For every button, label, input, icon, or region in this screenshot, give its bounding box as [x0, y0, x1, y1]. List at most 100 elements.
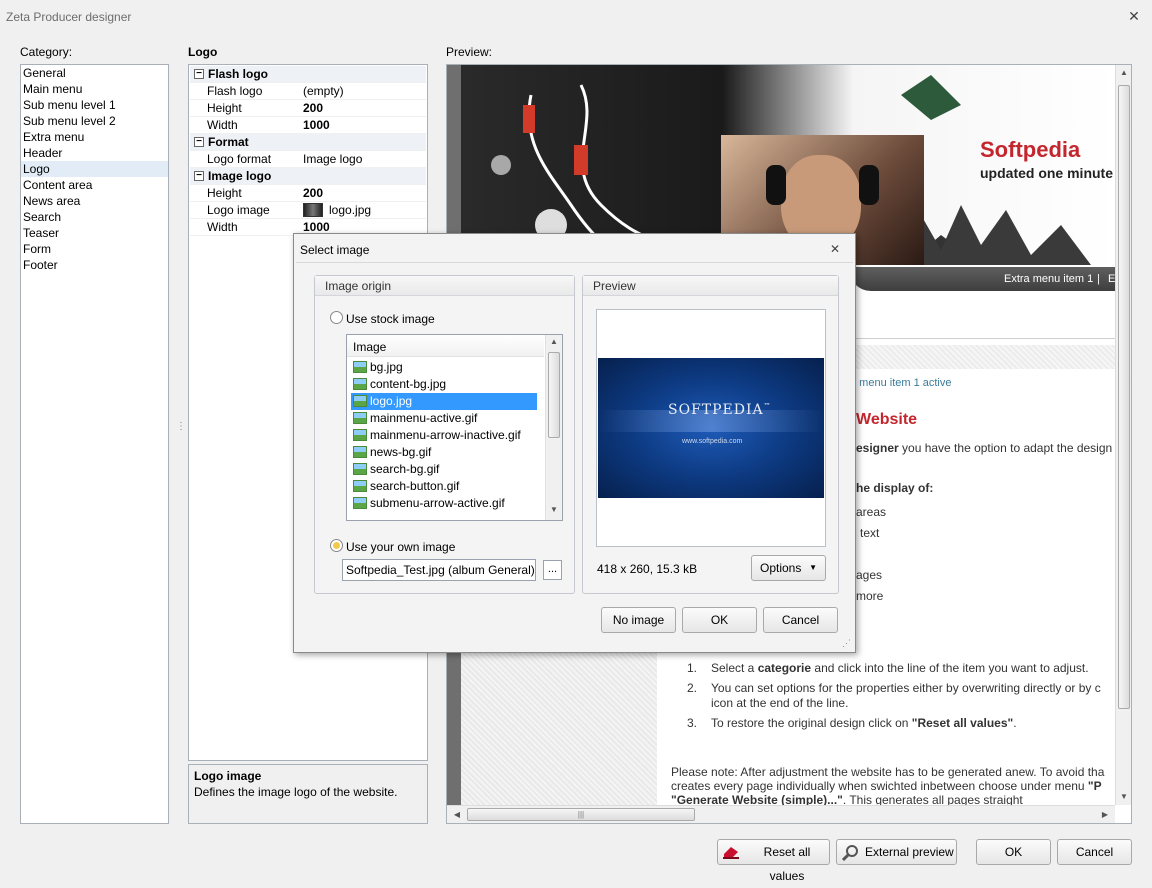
close-icon[interactable]: ✕	[1126, 8, 1142, 24]
property-category-image-logo[interactable]: − Image logo	[190, 168, 426, 185]
scroll-left-icon[interactable]: ◀	[449, 807, 465, 823]
file-list-item[interactable]: mainmenu-arrow-inactive.gif	[351, 427, 537, 444]
scroll-right-icon[interactable]: ▶	[1097, 807, 1113, 823]
reset-label: Reset all values	[763, 845, 811, 883]
category-item-form[interactable]: Form	[21, 241, 168, 257]
property-row-height[interactable]: Height 200	[190, 185, 426, 202]
list-scroll-thumb[interactable]	[548, 352, 560, 438]
property-description: Logo image Defines the image logo of the…	[188, 764, 428, 824]
content-note: Please note: After adjustment the websit…	[671, 765, 1105, 807]
category-item-sub-menu-level-1[interactable]: Sub menu level 1	[21, 97, 168, 113]
category-item-footer[interactable]: Footer	[21, 257, 168, 273]
category-item-logo[interactable]: Logo	[21, 161, 168, 177]
property-name: Logo image	[207, 203, 270, 217]
stock-image-radio[interactable]	[330, 311, 343, 324]
image-size-info: 418 x 260, 15.3 kB	[597, 562, 698, 576]
ok-button[interactable]: OK	[976, 839, 1051, 865]
list-header[interactable]: Image	[347, 335, 544, 357]
file-list-item[interactable]: search-button.gif	[351, 478, 537, 495]
image-file-icon	[353, 412, 367, 424]
property-value[interactable]: 200	[303, 185, 323, 202]
file-list[interactable]: bg.jpg content-bg.jpg logo.jpg mainmenu-act…	[347, 359, 544, 520]
property-category-flash-logo[interactable]: − Flash logo	[190, 66, 426, 83]
hscroll-thumb[interactable]: |||	[467, 808, 695, 821]
property-value[interactable]: Image logo	[303, 151, 362, 168]
extra-menu-item-1[interactable]: Extra menu item 1	[1004, 273, 1093, 285]
preview-hscrollbar[interactable]: ◀ ||| ▶	[447, 805, 1115, 823]
brand-tagline: updated one minute	[980, 165, 1113, 181]
vscroll-thumb[interactable]	[1118, 85, 1130, 709]
category-item-content-area[interactable]: Content area	[21, 177, 168, 193]
collapse-icon[interactable]: −	[194, 69, 204, 79]
browse-button[interactable]: ...	[543, 560, 562, 580]
dialog-ok-button[interactable]: OK	[682, 607, 757, 633]
collapse-icon[interactable]: −	[194, 137, 204, 147]
list-scroll-down-icon[interactable]: ▼	[546, 505, 562, 514]
select-image-dialog: Select image ✕ Image origin Use stock im…	[293, 233, 856, 653]
headphone-left	[766, 165, 786, 205]
reset-all-values-button[interactable]: Reset all values	[717, 839, 830, 883]
own-image-radio[interactable]	[330, 539, 343, 552]
file-list-item[interactable]: logo.jpg	[351, 393, 537, 410]
category-list[interactable]: General Main menu Sub menu level 1 Sub menu…	[20, 64, 169, 824]
category-item-teaser[interactable]: Teaser	[21, 225, 168, 241]
resize-grip-icon[interactable]: ⋰	[842, 639, 851, 648]
options-button[interactable]: Options ▼	[751, 555, 826, 581]
submenu-active-item[interactable]: o menu item 1 active	[850, 377, 952, 389]
file-list-item[interactable]: news-bg.gif	[351, 444, 537, 461]
property-row-width[interactable]: Width 1000	[190, 117, 426, 134]
no-image-button[interactable]: No image	[601, 607, 676, 633]
property-row-logo-format[interactable]: Logo format Image logo	[190, 151, 426, 168]
content-bullet-1: areas	[856, 505, 887, 519]
collapse-icon[interactable]: −	[194, 171, 204, 181]
options-label: Options	[760, 561, 802, 575]
category-item-extra-menu[interactable]: Extra menu	[21, 129, 168, 145]
splitter-grip-icon[interactable]: ⋮	[176, 422, 186, 439]
file-list-item[interactable]: submenu-arrow-active.gif	[351, 495, 537, 512]
property-row-flash-logo[interactable]: Flash logo (empty)	[190, 83, 426, 100]
headphone-right	[859, 165, 879, 205]
image-preview-group: Preview SOFTPEDIA™ www.softpedia.com 418…	[582, 275, 839, 594]
dialog-cancel-button[interactable]: Cancel	[763, 607, 838, 633]
dropdown-arrow-icon: ▼	[809, 563, 817, 572]
property-value[interactable]: 200	[303, 100, 323, 117]
scroll-up-icon[interactable]: ▲	[1116, 65, 1131, 81]
preview-vscrollbar[interactable]: ▲ ▼	[1115, 65, 1131, 805]
category-item-sub-menu-level-2[interactable]: Sub menu level 2	[21, 113, 168, 129]
category-item-news-area[interactable]: News area	[21, 193, 168, 209]
preview-image: SOFTPEDIA™ www.softpedia.com	[598, 358, 824, 498]
property-row-height[interactable]: Height 200	[190, 100, 426, 117]
file-name: content-bg.jpg	[370, 377, 447, 391]
properties-title: Logo	[188, 45, 218, 59]
file-name: logo.jpg	[370, 394, 413, 408]
image-file-icon	[353, 361, 367, 373]
dialog-close-icon[interactable]: ✕	[830, 242, 840, 256]
file-list-item[interactable]: content-bg.jpg	[351, 376, 537, 393]
category-label: Category:	[20, 45, 73, 59]
property-category-format[interactable]: − Format	[190, 134, 426, 151]
category-item-main-menu[interactable]: Main menu	[21, 81, 168, 97]
scroll-down-icon[interactable]: ▼	[1116, 789, 1131, 805]
preview-image-brand: SOFTPEDIA™	[668, 402, 772, 418]
cancel-button[interactable]: Cancel	[1057, 839, 1132, 865]
property-value[interactable]: logo.jpg	[329, 202, 371, 219]
file-list-item[interactable]: bg.jpg	[351, 359, 537, 376]
category-item-search[interactable]: Search	[21, 209, 168, 225]
own-image-field[interactable]: Softpedia_Test.jpg (album General)	[342, 559, 536, 581]
own-image-label[interactable]: Use your own image	[346, 540, 455, 554]
category-item-header[interactable]: Header	[21, 145, 168, 161]
list-vscrollbar[interactable]: ▲ ▼	[545, 335, 562, 520]
file-list-item[interactable]: mainmenu-active.gif	[351, 410, 537, 427]
stock-image-label[interactable]: Use stock image	[346, 312, 435, 326]
property-value[interactable]: 1000	[303, 117, 330, 134]
external-preview-button[interactable]: External preview	[836, 839, 957, 865]
property-name: Height	[207, 101, 242, 115]
property-row-logo-image[interactable]: Logo image logo.jpg	[190, 202, 426, 219]
stock-image-list[interactable]: Image bg.jpg content-bg.jpg logo.jpg mainme…	[346, 334, 563, 521]
property-value[interactable]: (empty)	[303, 83, 344, 100]
category-item-general[interactable]: General	[21, 65, 168, 81]
property-category-label: Flash logo	[208, 67, 268, 81]
file-list-item[interactable]: search-bg.gif	[351, 461, 537, 478]
list-scroll-up-icon[interactable]: ▲	[546, 337, 562, 346]
content-paragraph-1: esigner you have the option to adapt the…	[856, 441, 1113, 455]
